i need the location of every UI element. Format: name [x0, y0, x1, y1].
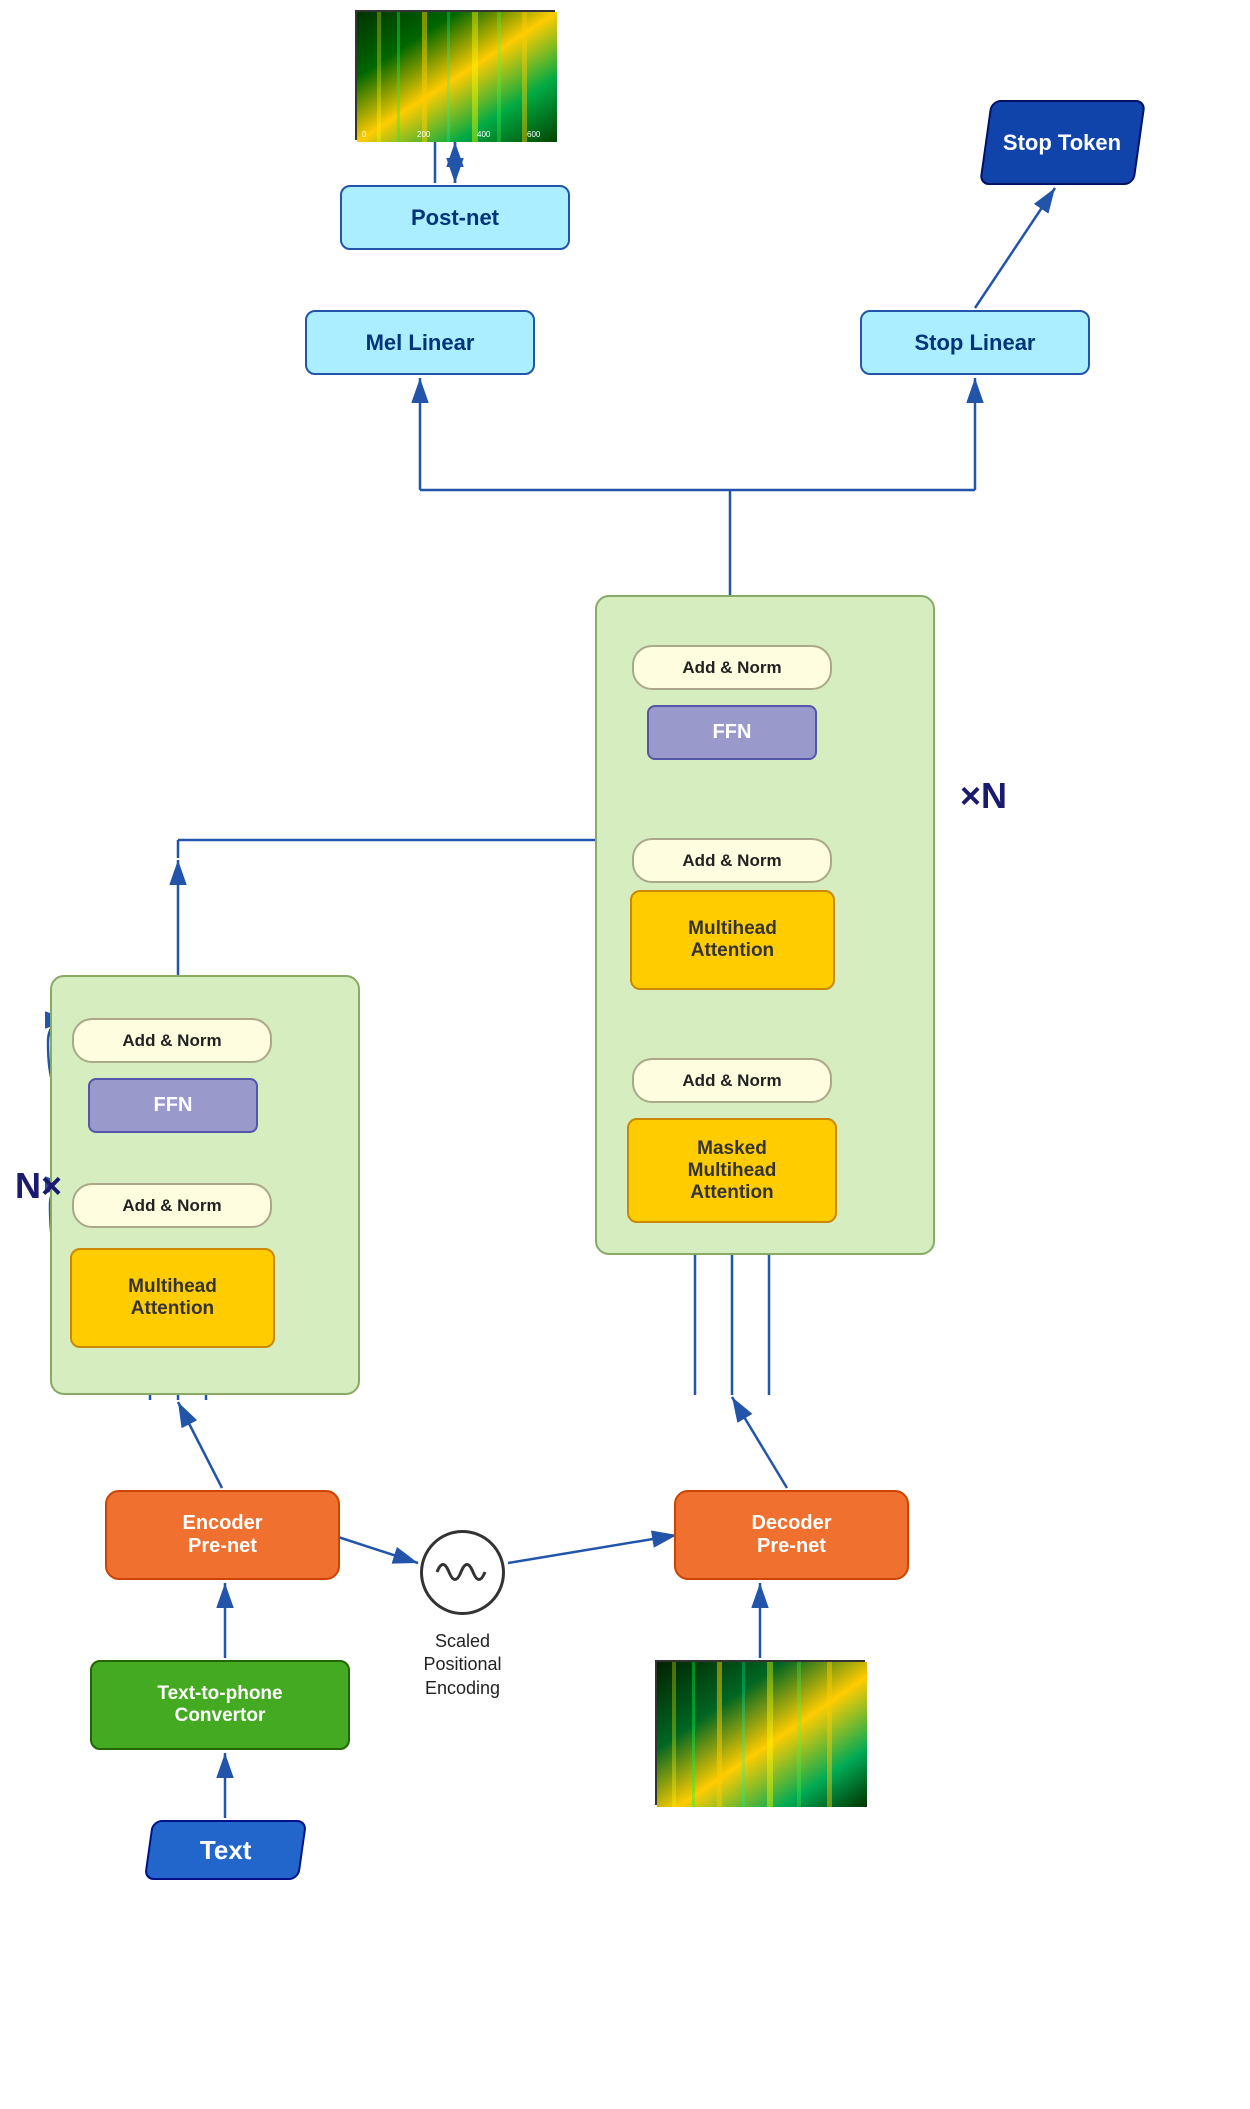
dec-masked-box: MaskedMultiheadAttention — [627, 1118, 837, 1223]
dec-addnorm1-box: Add & Norm — [632, 645, 832, 690]
dec-addnorm3-box: Add & Norm — [632, 1058, 832, 1103]
mel-linear-box: Mel Linear — [305, 310, 535, 375]
svg-text:600: 600 — [527, 130, 541, 139]
dec-ffn-box: FFN — [647, 705, 817, 760]
nx-left-label: N× — [15, 1165, 62, 1207]
dec-addnorm2-box: Add & Norm — [632, 838, 832, 883]
svg-text:400: 400 — [477, 130, 491, 139]
enc-addnorm2-box: Add & Norm — [72, 1183, 272, 1228]
spe-label: ScaledPositionalEncoding — [385, 1630, 540, 1700]
enc-ffn-box: FFN — [88, 1078, 258, 1133]
svg-text:0: 0 — [362, 130, 367, 139]
spectrogram-top: 0 200 400 600 — [355, 10, 555, 140]
spe-circle — [420, 1530, 505, 1615]
text-box: Text — [144, 1820, 307, 1880]
stop-linear-box: Stop Linear — [860, 310, 1090, 375]
dec-multihead-box: MultiheadAttention — [630, 890, 835, 990]
nx-right-label: ×N — [960, 775, 1007, 817]
enc-multihead-box: MultiheadAttention — [70, 1248, 275, 1348]
diagram-container: 0 200 400 600 Post-net Stop Token Mel Li… — [0, 0, 1250, 2109]
spectrogram-bottom — [655, 1660, 865, 1805]
encoder-prenet-box: EncoderPre-net — [105, 1490, 340, 1580]
postnet-box: Post-net — [340, 185, 570, 250]
decoder-prenet-box: DecoderPre-net — [674, 1490, 909, 1580]
enc-addnorm1-box: Add & Norm — [72, 1018, 272, 1063]
stop-token-box: Stop Token — [979, 100, 1146, 185]
svg-text:200: 200 — [417, 130, 431, 139]
text2phone-box: Text-to-phoneConvertor — [90, 1660, 350, 1750]
